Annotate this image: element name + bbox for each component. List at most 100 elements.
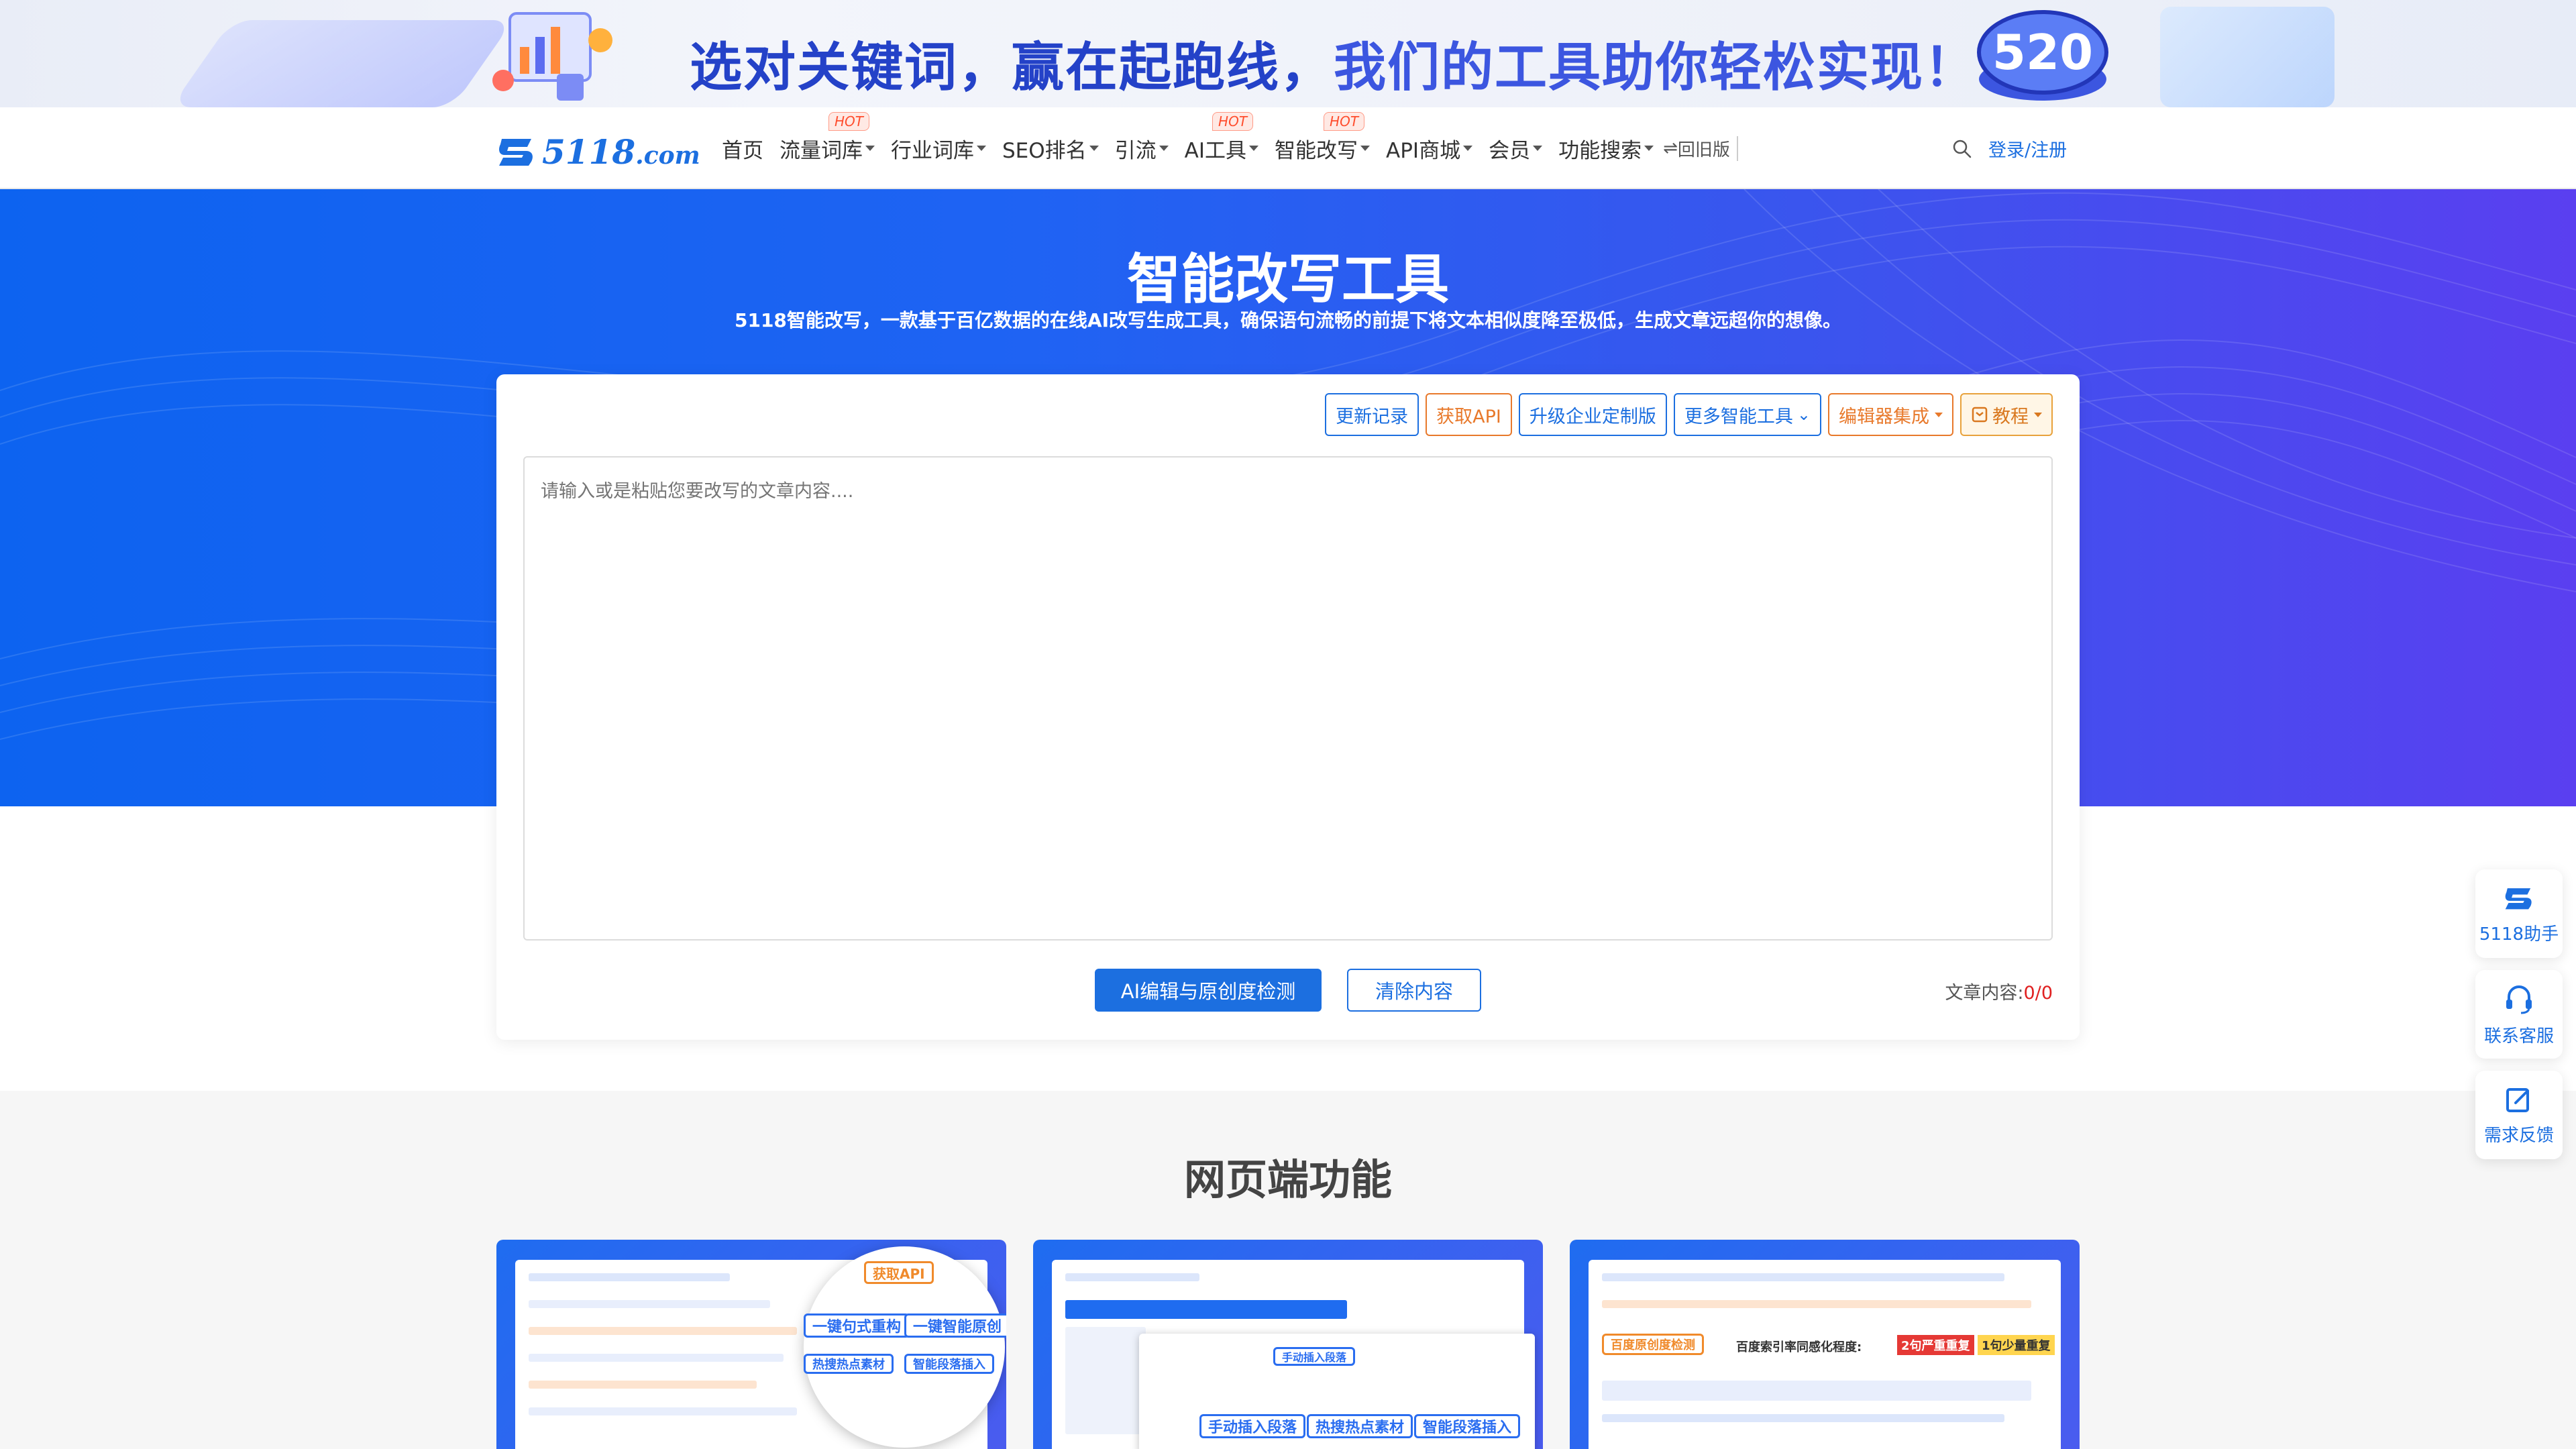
- hot-badge: HOT: [1324, 111, 1365, 131]
- banner-slogan-main: 选对关键词，赢在起跑线，: [690, 38, 1334, 98]
- hot-badge: HOT: [1212, 111, 1254, 131]
- feature-zoom-lens: 获取API 一键句式重构 一键智能原创 热搜热点素材 智能段落插入: [804, 1246, 1006, 1448]
- mock-row: [1065, 1300, 1347, 1319]
- get-api-button[interactable]: 获取API: [1426, 393, 1512, 436]
- features-title: 网页端功能: [1183, 1155, 1392, 1204]
- editor-toolbar: 更新记录 获取API 升级企业定制版 更多智能工具 ⌄ 编辑器集成 教程: [1325, 393, 2053, 436]
- more-tools-dropdown[interactable]: 更多智能工具 ⌄: [1673, 393, 1821, 436]
- nav-item-membership[interactable]: 会员: [1489, 133, 1543, 164]
- feature-card-screenshot: 获取API 一键句式重构 一键智能原创 热搜热点素材 智能段落插入: [515, 1246, 1006, 1449]
- mock-row: [529, 1273, 730, 1281]
- mock-row: [1602, 1300, 2031, 1308]
- caret-down-icon: [1360, 146, 1371, 151]
- login-register-link[interactable]: 登录/注册: [1988, 136, 2067, 162]
- feedback-edit-icon: [2506, 1087, 2529, 1112]
- headset-icon: [2506, 985, 2532, 1014]
- mock-row: [529, 1327, 797, 1335]
- hot-badge: HOT: [828, 111, 869, 131]
- main-navbar: 5118.com 首页 HOT 流量词库 行业词库 SEO排名 引流 HOT A…: [0, 107, 2576, 189]
- caret-down-icon: [1159, 146, 1169, 151]
- float-5118-assistant[interactable]: 5118助手: [2475, 869, 2563, 958]
- mock-chip: 手动插入段落: [1273, 1347, 1356, 1366]
- nav-right-area: 登录/注册: [1952, 136, 2067, 162]
- caret-down-icon: [865, 146, 875, 151]
- editor-integration-dropdown[interactable]: 编辑器集成: [1828, 393, 1953, 436]
- nav-item-ai-tools[interactable]: HOT AI工具: [1185, 111, 1259, 164]
- nav-item-traffic-keywords[interactable]: HOT 流量词库: [780, 111, 875, 164]
- mock-row: [1602, 1381, 2031, 1401]
- tutorial-book-icon: [1972, 407, 1988, 423]
- mock-popup: 手动插入段落 手动插入段落 热搜热点素材 智能段落插入: [1139, 1334, 1535, 1449]
- banner-slogan: 选对关键词，赢在起跑线，我们的工具助你轻松实现！: [690, 25, 1978, 101]
- nav-item-feature-search[interactable]: 功能搜索: [1558, 133, 1654, 164]
- mock-badge: 2句严重重复: [1897, 1335, 1974, 1355]
- feature-card-screenshot: 手动插入段落 手动插入段落 热搜热点素材 智能段落插入: [1052, 1260, 1535, 1449]
- caret-down-icon: [1533, 146, 1543, 151]
- logo-s-icon: [499, 139, 533, 166]
- word-count-value: 0/0: [2023, 983, 2053, 1004]
- mock-chip: 一键句式重构: [804, 1313, 910, 1338]
- old-version-link[interactable]: ⇌ 回旧版: [1663, 136, 1738, 161]
- caret-down-icon: [1089, 146, 1099, 151]
- float-label: 5118助手: [2479, 924, 2559, 945]
- feature-card-originality[interactable]: 百度原创度检测 百度索引率同感化程度: 2句严重重复 1句少量重复: [1570, 1240, 2080, 1449]
- banner-cube-decoration: [2160, 7, 2334, 107]
- mock-chip: 热搜热点素材: [804, 1354, 894, 1374]
- nav-item-seo-ranking[interactable]: SEO排名: [1002, 133, 1099, 164]
- site-logo[interactable]: 5118.com: [495, 131, 700, 172]
- caret-down-icon: [1249, 146, 1259, 151]
- assistant-logo-icon: [2505, 888, 2532, 909]
- banner-illustration-icon: [492, 12, 612, 101]
- nav-item-api-store[interactable]: API商城: [1386, 133, 1473, 164]
- feature-card-screenshot: 百度原创度检测 百度索引率同感化程度: 2句严重重复 1句少量重复: [1589, 1260, 2061, 1449]
- search-icon[interactable]: [1952, 139, 1972, 159]
- word-count-indicator: 文章内容:0/0: [1945, 978, 2053, 1004]
- nav-item-traffic-lead[interactable]: 引流: [1115, 133, 1169, 164]
- article-content-textarea[interactable]: [523, 456, 2053, 941]
- tutorial-dropdown[interactable]: 教程: [1960, 393, 2053, 436]
- ai-edit-originality-check-button[interactable]: AI编辑与原创度检测: [1095, 969, 1322, 1012]
- float-label: 需求反馈: [2483, 1125, 2554, 1146]
- feature-card-paragraph[interactable]: 手动插入段落 手动插入段落 热搜热点素材 智能段落插入: [1033, 1240, 1543, 1449]
- banner-decoration-shape: [170, 20, 514, 107]
- caret-down-icon: [1644, 146, 1654, 151]
- update-log-button[interactable]: 更新记录: [1325, 393, 1419, 436]
- swap-arrows-icon: ⇌: [1663, 138, 1678, 158]
- mock-row: [529, 1381, 757, 1389]
- float-feedback[interactable]: 需求反馈: [2475, 1071, 2563, 1159]
- mock-chip: 一键智能原创: [904, 1313, 1006, 1338]
- rewrite-editor-card: 更新记录 获取API 升级企业定制版 更多智能工具⌄ 编辑器集成 教程 AI编辑…: [496, 374, 2080, 1040]
- mock-chip: 百度原创度检测: [1602, 1334, 1704, 1355]
- float-contact-support[interactable]: 联系客服: [2475, 970, 2563, 1059]
- clear-content-button[interactable]: 清除内容: [1347, 969, 1481, 1012]
- mock-chip: 智能段落插入: [1414, 1414, 1521, 1438]
- caret-down-icon: [1935, 412, 1943, 417]
- mock-row: [529, 1407, 797, 1415]
- banner-slogan-accent: 我们的工具助你轻松实现！: [1334, 38, 1978, 98]
- float-label: 联系客服: [2483, 1026, 2554, 1046]
- feature-card-rewrite[interactable]: 获取API 一键句式重构 一键智能原创 热搜热点素材 智能段落插入: [496, 1240, 1006, 1449]
- chevron-down-icon: ⌄: [1796, 405, 1811, 424]
- word-count-label: 文章内容:: [1945, 983, 2024, 1004]
- logo-text: 5118.com: [542, 131, 700, 172]
- nav-item-smart-rewrite[interactable]: HOT 智能改写: [1275, 111, 1371, 164]
- page-title: 智能改写工具: [1127, 248, 1449, 311]
- mock-chip: 手动插入段落: [1199, 1414, 1306, 1438]
- caret-down-icon: [1463, 146, 1473, 151]
- mock-row: [1602, 1414, 2004, 1422]
- web-features-section: 网页端功能 获取API 一键句式重构 一键智能原创 热搜热点素材 智能段落插入: [0, 1091, 2576, 1449]
- banner-520-badge-icon: 520: [1977, 10, 2108, 101]
- nav-item-industry-keywords[interactable]: 行业词库: [891, 133, 986, 164]
- top-promo-banner[interactable]: 选对关键词，赢在起跑线，我们的工具助你轻松实现！ 520: [0, 0, 2576, 107]
- mock-text: 百度索引率同感化程度:: [1736, 1340, 1862, 1354]
- page-subtitle: 5118智能改写，一款基于百亿数据的在线AI改写生成工具，确保语句流畅的前提下将…: [734, 309, 1842, 331]
- nav-menu: 首页 HOT 流量词库 行业词库 SEO排名 引流 HOT AI工具 HOT 智…: [722, 111, 1738, 164]
- caret-down-icon: [2034, 412, 2042, 417]
- mock-row: [1602, 1273, 2004, 1281]
- mock-row: [1065, 1273, 1199, 1281]
- caret-down-icon: [977, 146, 986, 151]
- enterprise-upgrade-button[interactable]: 升级企业定制版: [1518, 393, 1667, 436]
- mock-chip: 热搜热点素材: [1307, 1414, 1413, 1438]
- nav-item-home[interactable]: 首页: [722, 133, 763, 164]
- mock-badge: 1句少量重复: [1978, 1335, 2055, 1355]
